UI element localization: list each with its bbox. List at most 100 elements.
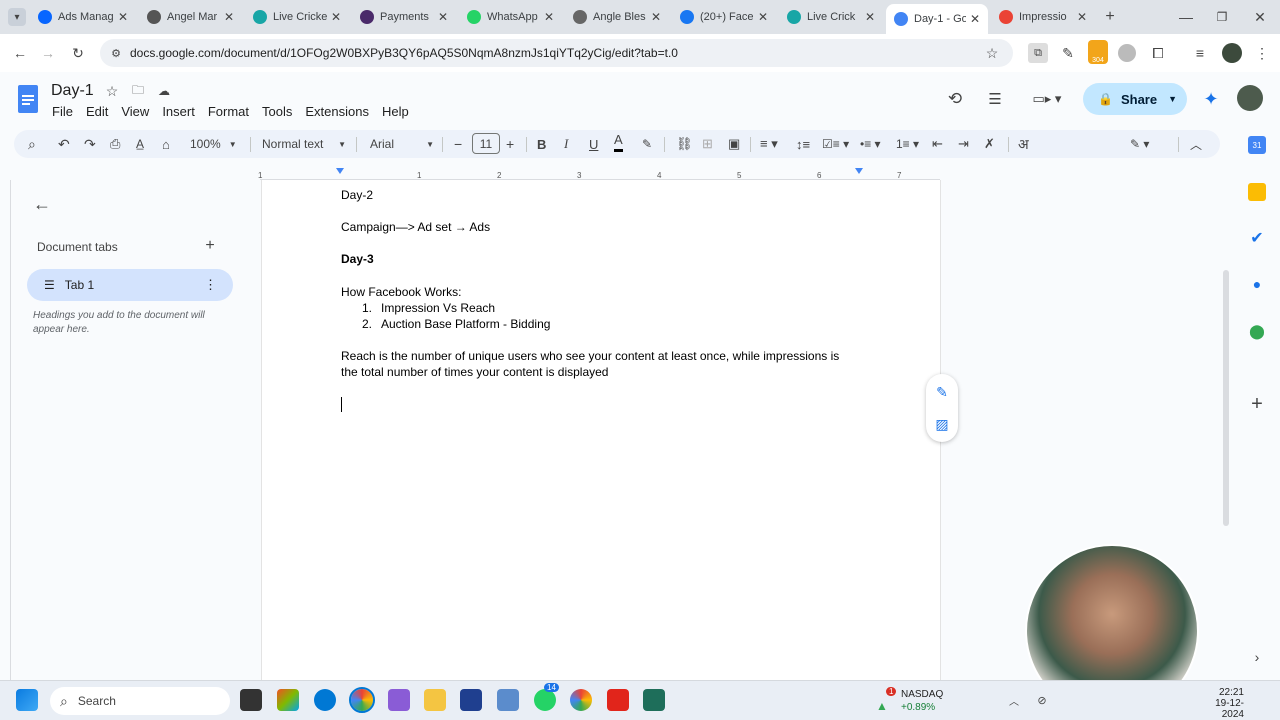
contacts-icon[interactable]: ● bbox=[1248, 275, 1266, 293]
browser-tab[interactable]: Angle Bles ✕ bbox=[565, 4, 669, 30]
windows-start-icon[interactable] bbox=[16, 689, 38, 711]
close-tab-icon[interactable]: ✕ bbox=[970, 12, 980, 26]
close-tab-icon[interactable]: ✕ bbox=[331, 10, 341, 24]
undo-icon[interactable]: ↶ bbox=[58, 130, 70, 158]
whatsapp-icon[interactable]: 14 bbox=[534, 683, 559, 711]
file-explorer-icon[interactable] bbox=[424, 689, 446, 711]
add-comment-icon[interactable]: ⊞ bbox=[702, 130, 713, 158]
search-menus-icon[interactable]: ⌕ bbox=[28, 130, 36, 158]
menu-format[interactable]: Format bbox=[208, 104, 249, 119]
font-select[interactable]: Arial ▼ bbox=[370, 130, 434, 158]
menu-insert[interactable]: Insert bbox=[162, 104, 195, 119]
site-info-icon[interactable]: ⚙ bbox=[108, 45, 124, 61]
highlight-color-icon[interactable]: ✎ bbox=[642, 130, 652, 158]
clock[interactable]: 22:21 19-12-2024 bbox=[1202, 687, 1244, 720]
insert-link-icon[interactable]: ⛓ bbox=[676, 130, 693, 158]
close-tab-icon[interactable]: ✕ bbox=[438, 10, 448, 24]
share-dropdown-icon[interactable]: ▼ bbox=[1168, 94, 1177, 104]
vertical-scrollbar[interactable] bbox=[1223, 270, 1229, 526]
editing-mode-icon[interactable]: ✎ ▾ bbox=[1130, 130, 1149, 158]
browser-tab[interactable]: Live Crick ✕ bbox=[779, 4, 883, 30]
menu-help[interactable]: Help bbox=[382, 104, 409, 119]
tab-search-button[interactable]: ▾ bbox=[8, 8, 26, 26]
paint-format-icon[interactable]: ⌂ bbox=[162, 130, 170, 158]
maps-icon[interactable]: ⬤ bbox=[1248, 322, 1266, 340]
close-tab-icon[interactable]: ✕ bbox=[118, 10, 128, 24]
version-history-icon[interactable]: ⟲ bbox=[944, 88, 966, 110]
document-title[interactable]: Day-1 bbox=[51, 82, 94, 100]
tasks-icon[interactable]: ✔ bbox=[1248, 229, 1266, 247]
menu-file[interactable]: File bbox=[52, 104, 73, 119]
close-outline-icon[interactable]: ← bbox=[32, 194, 52, 214]
tab-options-icon[interactable]: ⋮ bbox=[204, 277, 217, 293]
terminal-app-icon[interactable] bbox=[643, 689, 665, 711]
align-icon[interactable]: ≡ ▾ bbox=[760, 130, 778, 158]
browser-tab[interactable]: Angel Mar ✕ bbox=[139, 4, 242, 30]
close-tab-icon[interactable]: ✕ bbox=[1077, 10, 1087, 24]
font-size-input[interactable]: 11 bbox=[472, 133, 500, 154]
paragraph-style-select[interactable]: Normal text ▼ bbox=[262, 130, 346, 158]
user-avatar[interactable] bbox=[1237, 85, 1263, 111]
close-tab-icon[interactable]: ✕ bbox=[224, 10, 234, 24]
get-addons-icon[interactable]: + bbox=[1248, 393, 1266, 415]
checklist-icon[interactable]: ☑≡ ▾ bbox=[822, 130, 849, 158]
suggest-edit-icon[interactable]: ▨ bbox=[932, 414, 952, 434]
underline-icon[interactable]: U bbox=[589, 130, 598, 158]
calculator-icon[interactable] bbox=[497, 689, 519, 711]
italic-icon[interactable]: I bbox=[564, 130, 568, 158]
bulleted-list-icon[interactable]: •≡ ▾ bbox=[860, 130, 881, 158]
horizontal-ruler[interactable]: 1 1 2 3 4 5 6 7 bbox=[258, 164, 940, 180]
browser-tab[interactable]: Payments ✕ bbox=[352, 4, 456, 30]
text-color-icon[interactable]: A bbox=[614, 130, 623, 152]
numbered-list-icon[interactable]: 1≡ ▾ bbox=[896, 130, 919, 158]
network-icon[interactable]: ⊘ bbox=[1034, 692, 1050, 708]
window-close-button[interactable]: ✕ bbox=[1250, 7, 1270, 27]
keep-icon[interactable] bbox=[1248, 183, 1266, 201]
decrease-indent-icon[interactable]: ⇤ bbox=[932, 130, 943, 158]
left-indent-marker[interactable] bbox=[336, 168, 344, 174]
cloud-saved-icon[interactable]: ☁ bbox=[155, 82, 173, 100]
input-tools-icon[interactable]: अ bbox=[1018, 130, 1029, 158]
edge-icon[interactable] bbox=[314, 689, 336, 711]
gemini-sparkle-icon[interactable]: ✦ bbox=[1199, 87, 1223, 111]
google-docs-logo-icon[interactable] bbox=[18, 85, 38, 113]
bold-icon[interactable]: B bbox=[537, 130, 546, 158]
browser-tab[interactable]: Live Cricke ✕ bbox=[245, 4, 349, 30]
browser-tab[interactable]: (20+) Face ✕ bbox=[672, 4, 776, 30]
extension-badge-icon[interactable]: 304 bbox=[1088, 40, 1108, 64]
snipping-tool-icon[interactable] bbox=[388, 689, 410, 711]
browser-tab[interactable]: Impressio ✕ bbox=[991, 4, 1095, 30]
share-button[interactable]: 🔒 Share ▼ bbox=[1083, 83, 1187, 115]
close-tab-icon[interactable]: ✕ bbox=[544, 10, 554, 24]
reload-icon[interactable]: ↻ bbox=[68, 43, 88, 63]
browser-menu-icon[interactable]: ⋮ bbox=[1252, 43, 1272, 63]
acrobat-icon[interactable] bbox=[607, 689, 629, 711]
eyedropper-icon[interactable]: ✎ bbox=[1058, 43, 1078, 63]
profile-avatar[interactable] bbox=[1222, 43, 1242, 63]
tray-overflow-icon[interactable]: ︿ bbox=[1006, 692, 1022, 708]
right-indent-marker[interactable] bbox=[855, 168, 863, 174]
clear-formatting-icon[interactable]: ✗ bbox=[984, 130, 995, 158]
zoom-app-icon[interactable] bbox=[460, 689, 482, 711]
meet-camera-icon[interactable]: ▭▸ ▾ bbox=[1030, 88, 1064, 110]
browser-tab[interactable]: WhatsApp ✕ bbox=[459, 4, 562, 30]
extension-icon[interactable]: ⧉ bbox=[1028, 43, 1048, 63]
copilot-icon[interactable] bbox=[277, 689, 299, 711]
spellcheck-icon[interactable]: A̲ bbox=[136, 130, 144, 158]
forward-icon[interactable]: → bbox=[38, 43, 58, 63]
media-control-icon[interactable]: ≡ bbox=[1190, 43, 1210, 63]
menu-tools[interactable]: Tools bbox=[262, 104, 292, 119]
task-view-icon[interactable] bbox=[240, 689, 262, 711]
zoom-select[interactable]: 100% ▼ bbox=[190, 130, 242, 158]
redo-icon[interactable]: ↷ bbox=[84, 130, 96, 158]
move-folder-icon[interactable]: 🗀 bbox=[129, 82, 147, 100]
print-icon[interactable]: ⎙ bbox=[110, 130, 120, 158]
help-me-write-icon[interactable]: ✎ bbox=[932, 382, 952, 402]
star-icon[interactable]: ☆ bbox=[103, 82, 121, 100]
close-tab-icon[interactable]: ✕ bbox=[865, 10, 875, 24]
browser-tab[interactable]: Day-1 - Go ✕ bbox=[886, 4, 988, 34]
decrease-font-size-icon[interactable]: − bbox=[454, 130, 462, 158]
new-tab-button[interactable]: + bbox=[1100, 7, 1120, 27]
close-tab-icon[interactable]: ✕ bbox=[651, 10, 661, 24]
chrome-icon[interactable] bbox=[349, 687, 375, 713]
